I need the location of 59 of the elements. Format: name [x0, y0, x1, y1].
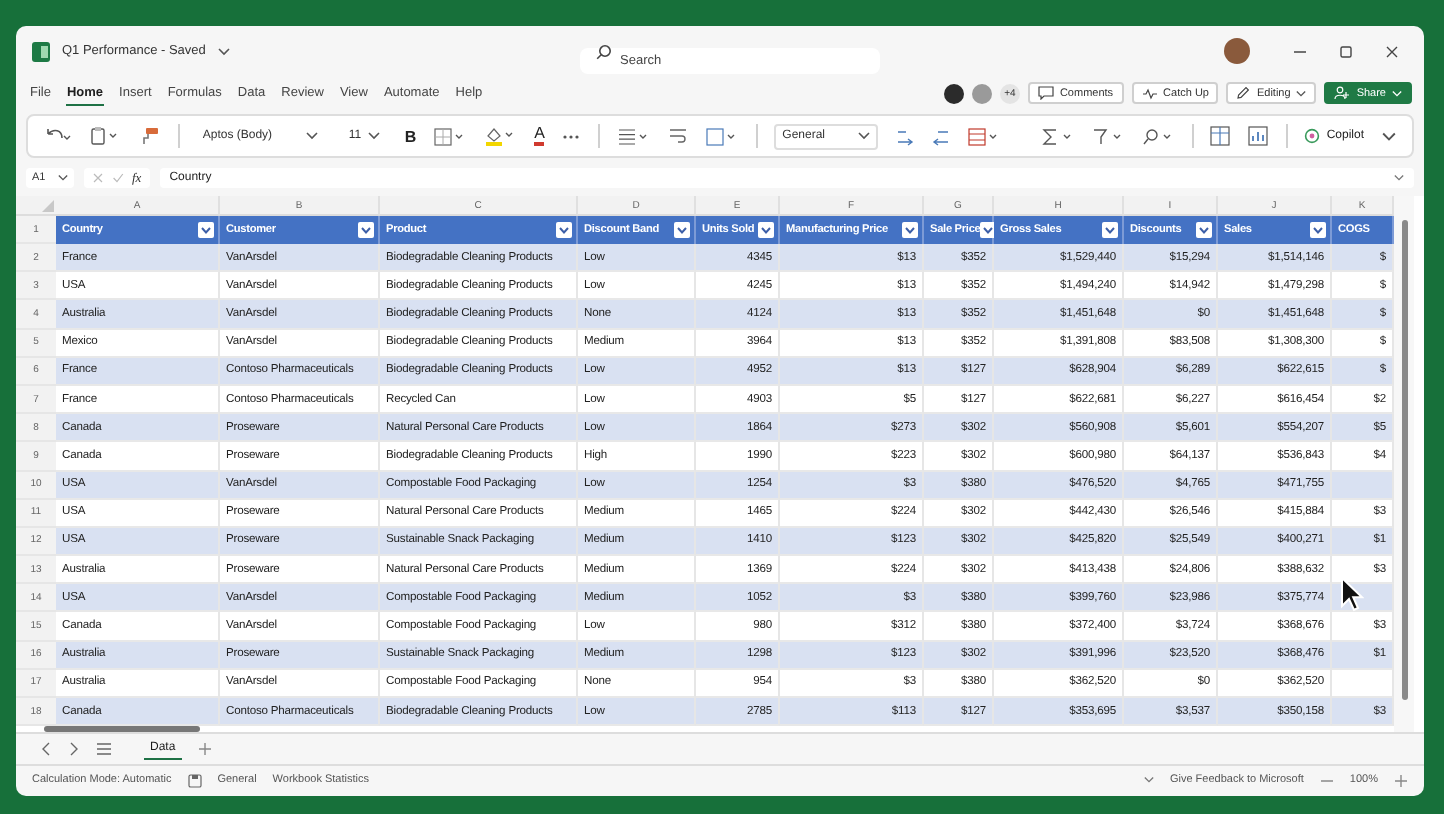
more-icon[interactable]: [562, 133, 581, 139]
align-icon[interactable]: [617, 127, 650, 145]
caret-icon: [368, 132, 381, 140]
wrap-text-icon[interactable]: [667, 126, 688, 146]
horizontal-scrollbar[interactable]: [44, 726, 200, 731]
filter-button[interactable]: [1102, 222, 1118, 238]
borders-icon[interactable]: [434, 127, 467, 145]
caret-icon: [306, 132, 319, 140]
table-icon[interactable]: [1209, 126, 1230, 146]
caret-icon: [58, 174, 68, 182]
find-icon[interactable]: [1141, 127, 1174, 145]
expand-icon[interactable]: [1394, 174, 1404, 182]
filter-button[interactable]: [902, 222, 918, 238]
fill-color-icon[interactable]: [484, 126, 517, 146]
caret-icon[interactable]: [1143, 776, 1154, 784]
check-icon[interactable]: [112, 172, 124, 184]
increase-decimal-icon[interactable]: [895, 127, 914, 145]
save-status-icon: [187, 773, 202, 787]
spreadsheet-app-icon: [32, 41, 50, 61]
filter-button[interactable]: [674, 222, 690, 238]
caret-icon: [1296, 89, 1307, 97]
decrease-decimal-icon[interactable]: [931, 127, 950, 145]
caret-icon[interactable]: [217, 47, 230, 55]
vertical-scrollbar[interactable]: [1394, 196, 1414, 732]
analyze-data-icon[interactable]: [1247, 126, 1268, 146]
close-icon[interactable]: [1384, 43, 1400, 59]
sum-icon[interactable]: [1041, 127, 1074, 145]
font-color-button[interactable]: A: [534, 126, 545, 146]
collaborator-avatar[interactable]: [943, 83, 964, 103]
filter-button[interactable]: [198, 222, 214, 238]
pulse-icon: [1141, 87, 1158, 99]
conditional-format-icon[interactable]: [967, 127, 1000, 145]
corner-triangle-icon: [42, 200, 54, 212]
comment-icon: [1037, 86, 1054, 100]
bold-button[interactable]: B: [404, 127, 417, 145]
collapse-ribbon-icon[interactable]: [1382, 131, 1396, 141]
mouse-pointer-icon: [1340, 576, 1364, 612]
caret-icon: [1392, 89, 1402, 97]
user-avatar[interactable]: [1224, 38, 1250, 64]
sort-filter-icon[interactable]: [1091, 127, 1124, 145]
pencil-icon: [1236, 86, 1251, 100]
filter-button[interactable]: [358, 222, 374, 238]
format-painter-icon[interactable]: [140, 126, 160, 146]
filter-button[interactable]: [758, 222, 774, 238]
maximize-icon[interactable]: [1338, 43, 1354, 59]
caret-icon: [857, 132, 870, 140]
add-person-icon: [1334, 86, 1351, 100]
filter-button[interactable]: [556, 222, 572, 238]
next-sheet-icon[interactable]: [68, 742, 80, 756]
copilot-icon: [1304, 128, 1321, 144]
sheet-list-icon[interactable]: [96, 742, 112, 756]
undo-icon[interactable]: [44, 127, 72, 145]
search-icon: [596, 43, 612, 59]
merge-cells-icon[interactable]: [705, 127, 738, 145]
filter-button[interactable]: [1310, 222, 1326, 238]
filter-button[interactable]: [1196, 222, 1212, 238]
paste-icon[interactable]: [90, 126, 122, 146]
previous-sheet-icon[interactable]: [40, 742, 52, 756]
table-cell: [1332, 471, 1394, 500]
